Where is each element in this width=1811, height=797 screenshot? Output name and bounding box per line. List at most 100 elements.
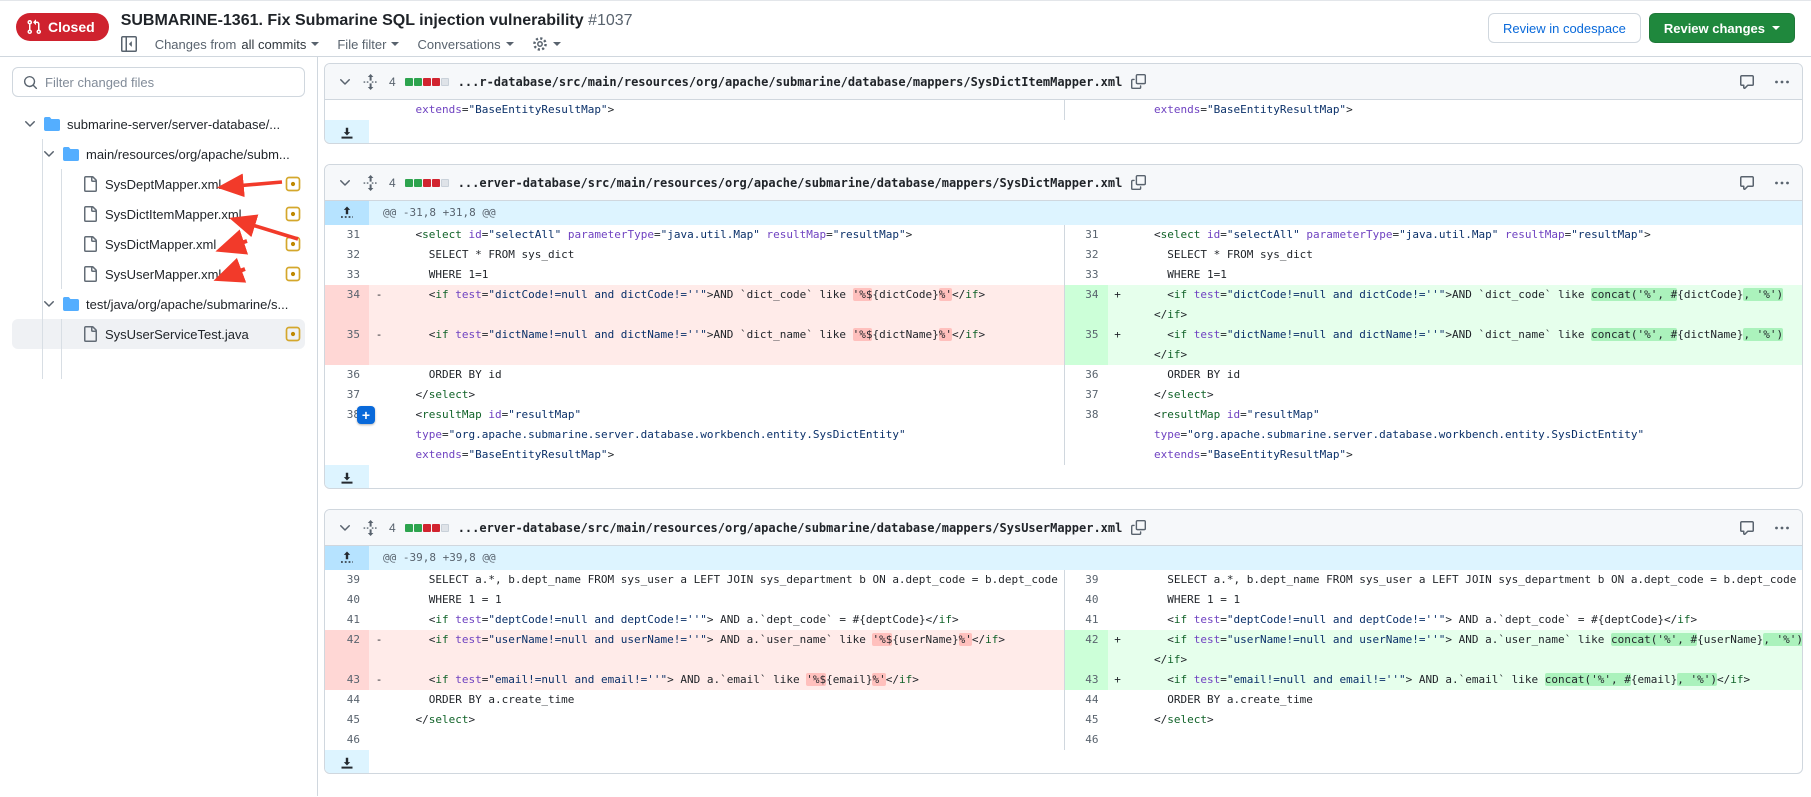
expand-up-button[interactable] <box>325 546 369 570</box>
chevron-down-icon[interactable] <box>41 146 57 162</box>
add-line-comment-button[interactable]: + <box>357 406 375 424</box>
line-number[interactable]: 40 <box>1064 590 1108 610</box>
tree-file-row-SysUserMapper.xml[interactable]: SysUserMapper.xml <box>12 259 305 289</box>
line-number[interactable]: 38 <box>1064 405 1108 465</box>
line-number[interactable]: 36 <box>1064 365 1108 385</box>
expand-down-button[interactable] <box>325 465 369 488</box>
diffstat-block-add <box>405 524 413 532</box>
diff-row: 31 <select id="selectAll" parameterType=… <box>325 225 1802 245</box>
line-number[interactable]: 32 <box>325 245 369 265</box>
comment-icon[interactable] <box>1739 520 1755 536</box>
line-number[interactable]: 35 <box>325 325 369 365</box>
line-number[interactable]: 45 <box>325 710 369 730</box>
expand-up-button[interactable] <box>325 201 369 225</box>
line-number[interactable]: 41 <box>325 610 369 630</box>
expand-down-button[interactable] <box>325 750 369 773</box>
line-number[interactable]: 44 <box>325 690 369 710</box>
line-number[interactable]: 46 <box>325 730 369 750</box>
chevron-down-icon <box>506 42 514 46</box>
file-filter-dropdown[interactable]: File filter <box>337 37 399 52</box>
diff-settings-dropdown[interactable] <box>532 36 561 52</box>
diff-row: extends="BaseEntityResultMap"> extends="… <box>325 100 1802 120</box>
file-diff-section: 4...erver-database/src/main/resources/or… <box>324 164 1803 489</box>
copy-path-icon[interactable] <box>1131 175 1146 190</box>
code-line: WHERE 1 = 1 <box>1128 590 1803 610</box>
diff-row: 41 <if test="deptCode!=null and deptCode… <box>325 610 1802 630</box>
indent-guide <box>61 169 62 289</box>
drag-handle-icon[interactable] <box>362 74 378 90</box>
review-in-codespace-button[interactable]: Review in codespace <box>1488 13 1641 43</box>
collapse-file-chevron-icon[interactable] <box>337 175 353 191</box>
line-number[interactable]: 33 <box>1064 265 1108 285</box>
line-number[interactable]: 45 <box>1064 710 1108 730</box>
line-number[interactable]: 36 <box>325 365 369 385</box>
tree-file-row-SysDeptMapper.xml[interactable]: SysDeptMapper.xml <box>12 169 305 199</box>
chevron-down-icon[interactable] <box>22 116 38 132</box>
line-number[interactable]: 34 <box>325 285 369 325</box>
collapse-file-chevron-icon[interactable] <box>337 520 353 536</box>
diff-row: 35- <if test="dictName!=null and dictNam… <box>325 325 1802 365</box>
tree-item-label: SysDeptMapper.xml <box>105 177 221 192</box>
code-line: ORDER BY a.create_time <box>389 690 1064 710</box>
drag-handle-icon[interactable] <box>362 520 378 536</box>
file-path[interactable]: ...erver-database/src/main/resources/org… <box>458 176 1123 190</box>
comment-icon[interactable] <box>1739 74 1755 90</box>
tree-folder-row[interactable]: test/java/org/apache/submarine/s... <box>12 289 305 319</box>
tree-file-row-SysDictItemMapper.xml[interactable]: SysDictItemMapper.xml <box>12 199 305 229</box>
code-line: <resultMap id="resultMap" type="org.apac… <box>1128 405 1803 465</box>
line-number[interactable]: 42 <box>1064 630 1108 670</box>
file-path[interactable]: ...erver-database/src/main/resources/org… <box>458 521 1123 535</box>
line-number[interactable]: 31 <box>1064 225 1108 245</box>
diff-row: 45 </select>45 </select> <box>325 710 1802 730</box>
tree-file-row-SysUserServiceTest.java[interactable]: SysUserServiceTest.java <box>12 319 305 349</box>
expand-down-button[interactable] <box>325 120 369 143</box>
line-number[interactable]: 35 <box>1064 325 1108 365</box>
tree-folder-row[interactable]: main/resources/org/apache/subm... <box>12 139 305 169</box>
line-number[interactable]: 32 <box>1064 245 1108 265</box>
chevron-down-icon[interactable] <box>41 296 57 312</box>
diff-sign <box>369 225 389 245</box>
line-number[interactable]: 44 <box>1064 690 1108 710</box>
conversations-dropdown[interactable]: Conversations <box>417 37 513 52</box>
kebab-menu-icon[interactable] <box>1774 175 1790 191</box>
tree-file-row-SysDictMapper.xml[interactable]: SysDictMapper.xml <box>12 229 305 259</box>
file-icon <box>82 236 98 252</box>
changes-from-dropdown[interactable]: Changes from all commits <box>155 37 320 52</box>
code-line: </select> <box>389 385 1064 405</box>
line-number[interactable]: 37 <box>325 385 369 405</box>
comment-icon[interactable] <box>1739 175 1755 191</box>
kebab-menu-icon[interactable] <box>1774 520 1790 536</box>
line-number[interactable]: 31 <box>325 225 369 245</box>
line-number[interactable]: 43 <box>1064 670 1108 690</box>
file-icon <box>82 326 98 342</box>
line-number[interactable]: 33 <box>325 265 369 285</box>
gear-icon <box>532 36 548 52</box>
line-number[interactable]: 37 <box>1064 385 1108 405</box>
collapse-file-chevron-icon[interactable] <box>337 74 353 90</box>
diff-sign <box>1108 690 1128 710</box>
diff-row: 34- <if test="dictCode!=null and dictCod… <box>325 285 1802 325</box>
code-line: ORDER BY a.create_time <box>1128 690 1803 710</box>
line-number[interactable]: 40 <box>325 590 369 610</box>
copy-path-icon[interactable] <box>1131 74 1146 89</box>
kebab-menu-icon[interactable] <box>1774 74 1790 90</box>
review-changes-button[interactable]: Review changes <box>1649 13 1795 43</box>
drag-handle-icon[interactable] <box>362 175 378 191</box>
tree-folder-row[interactable]: submarine-server/server-database/... <box>12 109 305 139</box>
code-line: <if test="dictName!=null and dictName!='… <box>389 325 1064 365</box>
code-line: SELECT * FROM sys_dict <box>1128 245 1803 265</box>
line-number[interactable]: 43 <box>325 670 369 690</box>
file-diff-section: 4...erver-database/src/main/resources/or… <box>324 509 1803 774</box>
line-number[interactable]: 34 <box>1064 285 1108 325</box>
line-number[interactable] <box>1064 100 1108 120</box>
copy-path-icon[interactable] <box>1131 520 1146 535</box>
line-number[interactable]: 39 <box>325 570 369 590</box>
line-number[interactable]: 42 <box>325 630 369 670</box>
file-path[interactable]: ...r-database/src/main/resources/org/apa… <box>458 75 1123 89</box>
filter-changed-files-input[interactable] <box>45 75 294 90</box>
line-number[interactable] <box>325 100 369 120</box>
line-number[interactable]: 41 <box>1064 610 1108 630</box>
line-number[interactable]: 39 <box>1064 570 1108 590</box>
line-number[interactable]: 46 <box>1064 730 1108 750</box>
sidebar-toggle-icon[interactable] <box>121 36 137 52</box>
